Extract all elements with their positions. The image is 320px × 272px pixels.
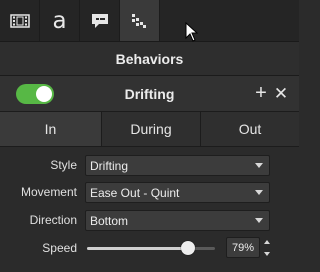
direction-select[interactable]: Bottom — [85, 210, 270, 231]
caption-icon — [91, 13, 108, 28]
movement-select[interactable]: Ease Out - Quint — [85, 182, 270, 203]
direction-value: Bottom — [90, 213, 129, 228]
style-select[interactable]: Drifting — [85, 155, 270, 176]
speed-label: Speed — [42, 241, 77, 255]
chevron-down-icon — [255, 218, 263, 223]
add-behavior-icon[interactable]: + — [252, 83, 270, 103]
direction-label: Direction — [29, 213, 77, 227]
chevron-down-icon — [255, 163, 263, 168]
phase-tabs: In During Out — [0, 112, 299, 147]
toolbar-tabs: a — [0, 0, 299, 42]
behavior-row: Drifting + ✕ — [0, 76, 299, 112]
speed-slider-fill — [87, 247, 189, 250]
annotations-icon: a — [52, 7, 67, 34]
tab-during[interactable]: During — [102, 112, 201, 146]
style-value: Drifting — [90, 158, 129, 173]
speed-increment-icon[interactable] — [264, 240, 270, 244]
tab-annotations[interactable]: a — [40, 0, 80, 41]
close-icon[interactable]: ✕ — [272, 83, 290, 103]
chevron-down-icon — [255, 190, 263, 195]
behaviors-icon — [131, 13, 146, 28]
speed-decrement-icon[interactable] — [264, 252, 270, 256]
tab-media[interactable] — [0, 0, 40, 41]
speed-slider-handle[interactable] — [181, 241, 196, 255]
tab-in[interactable]: In — [0, 112, 102, 146]
tab-captions[interactable] — [80, 0, 120, 41]
movement-label: Movement — [20, 185, 77, 199]
tab-behaviors[interactable] — [120, 0, 160, 41]
tab-out[interactable]: Out — [201, 112, 299, 146]
speed-input[interactable]: 79% — [226, 237, 260, 258]
film-strip-icon — [9, 13, 30, 28]
mouse-cursor-icon — [185, 22, 199, 42]
movement-value: Ease Out - Quint — [90, 185, 180, 200]
style-label: Style — [50, 158, 77, 172]
panel-title: Behaviors — [0, 42, 299, 76]
